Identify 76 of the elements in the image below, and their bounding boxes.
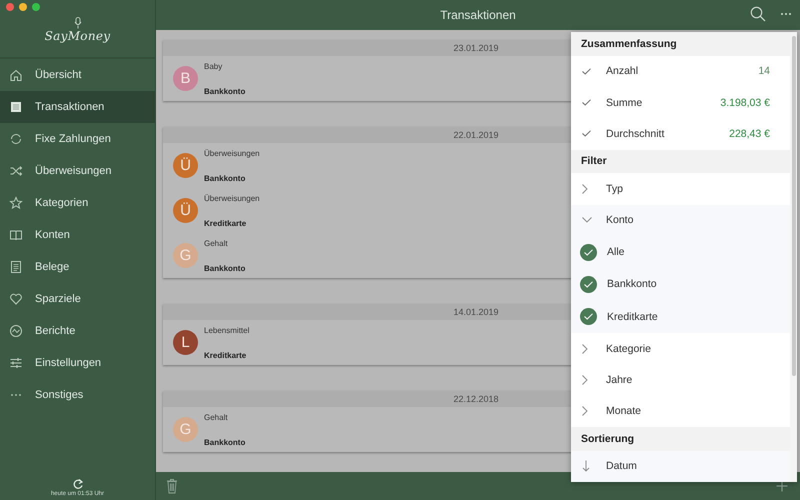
account-name: Bankkonto [204, 86, 246, 96]
category-avatar: G [173, 243, 198, 268]
document-icon [9, 260, 23, 274]
check-icon [584, 248, 593, 256]
check-icon [584, 280, 593, 288]
summary-row[interactable]: Anzahl 14 [571, 56, 790, 87]
sidebar-item[interactable]: Konten [0, 219, 155, 251]
chart-icon [9, 324, 23, 338]
account-name: Kreditkarte [204, 218, 248, 228]
date-header: 22.01.2019 [453, 130, 499, 140]
category-name: Gehalt [204, 238, 229, 248]
checkbox[interactable] [580, 276, 597, 293]
book-icon [9, 228, 23, 242]
summary-row[interactable]: Durchschnitt 228,43 € [571, 118, 790, 150]
filter-group[interactable]: Kategorie [571, 333, 790, 364]
filter-option[interactable]: Kreditkarte [571, 300, 790, 334]
sidebar-item[interactable]: Sonstiges [0, 379, 155, 411]
app-logo: SayMoney [44, 29, 110, 43]
date-header: 14.01.2019 [453, 307, 499, 317]
cycle-icon [9, 132, 23, 146]
filter-group[interactable]: Monate [571, 396, 790, 428]
zoom-button[interactable] [32, 3, 40, 11]
plus-icon[interactable] [776, 480, 788, 492]
sidebar-item[interactable]: Belege [0, 251, 155, 283]
category-avatar: L [173, 330, 198, 355]
heart-icon [9, 292, 23, 306]
category-name: Überweisungen [204, 194, 260, 202]
more-icon[interactable] [780, 12, 792, 16]
category-name: Überweisungen [204, 148, 260, 158]
category-avatar: G [173, 417, 198, 442]
sidebar-item[interactable]: Einstellungen [0, 347, 155, 379]
category-name: Lebensmittel [204, 326, 250, 334]
account-name: Bankkonto [204, 438, 246, 446]
star-icon [9, 196, 23, 210]
filter-group[interactable]: Jahre [571, 364, 790, 396]
list-icon [9, 100, 23, 114]
section-header: Filter [571, 150, 790, 174]
scrollbar-thumb[interactable] [792, 36, 796, 376]
category-avatar: Ü [173, 153, 198, 178]
filter-option[interactable]: Alle [571, 236, 790, 268]
sidebar-item[interactable]: Transaktionen [0, 91, 155, 123]
sidebar-item[interactable]: Fixe Zahlungen [0, 123, 155, 155]
date-header: 23.01.2019 [453, 43, 499, 53]
minimize-button[interactable] [19, 3, 27, 11]
category-avatar: B [173, 66, 198, 91]
section-header: Sortierung [571, 427, 790, 451]
account-name: Bankkonto [204, 264, 246, 272]
search-icon[interactable] [750, 6, 766, 22]
trash-icon[interactable] [166, 478, 178, 494]
date-header: 22.12.2018 [453, 394, 499, 404]
sidebar-item[interactable]: Kategorien [0, 187, 155, 219]
sidebar-item[interactable]: Übersicht [0, 59, 155, 91]
sidebar-item[interactable]: Berichte [0, 315, 155, 347]
refresh-icon[interactable] [72, 478, 84, 490]
summary-row[interactable]: Summe 3.198,03 € [571, 86, 790, 118]
sidebar-item[interactable]: Sparziele [0, 283, 155, 315]
account-name: Bankkonto [204, 174, 246, 182]
microphone-icon [74, 17, 82, 29]
filter-option[interactable]: Bankkonto [571, 268, 790, 301]
checkbox[interactable] [580, 244, 597, 261]
shuffle-icon [9, 164, 23, 178]
sliders-icon [9, 356, 23, 370]
sort-option[interactable]: Datum [571, 450, 790, 482]
category-name: Gehalt [204, 412, 229, 422]
filter-group[interactable]: Konto [571, 204, 790, 236]
check-icon [584, 313, 593, 320]
checkbox[interactable] [580, 308, 597, 326]
filter-group[interactable]: Typ [571, 173, 790, 205]
account-name: Kreditkarte [204, 350, 248, 360]
section-header: Zusammenfassung [571, 32, 790, 56]
sidebar-item[interactable]: Überweisungen [0, 155, 155, 187]
category-name: Baby [204, 62, 224, 70]
window-title: Transaktionen [440, 8, 516, 22]
home-icon [9, 68, 23, 82]
category-avatar: Ü [173, 198, 198, 223]
arrow-down-icon [582, 460, 590, 472]
